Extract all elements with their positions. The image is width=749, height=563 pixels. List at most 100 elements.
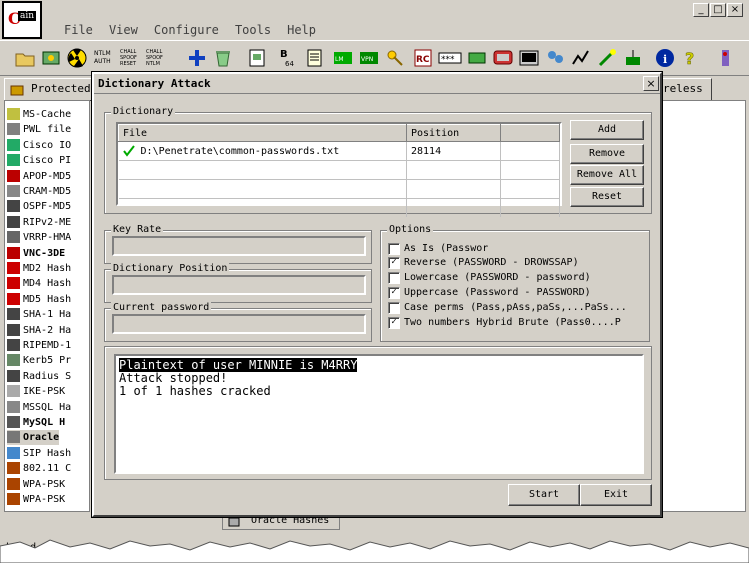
attack-log[interactable]: Plaintext of user MINNIE is M4RRY Attack… <box>114 354 644 474</box>
start-button[interactable]: Start <box>508 484 580 506</box>
tree-item[interactable]: Kerb5 Pr <box>7 353 71 368</box>
tree-item[interactable]: IKE-PSK <box>7 384 65 399</box>
tree-item-icon <box>7 308 20 321</box>
exit-button[interactable]: Exit <box>580 484 652 506</box>
tree-item-label: RIPv2-ME <box>23 216 72 228</box>
menu-view[interactable]: View <box>109 20 138 40</box>
open-folder-icon[interactable] <box>14 47 36 69</box>
svg-text:NTLM: NTLM <box>94 50 111 57</box>
tree-item[interactable]: WPA-PSK <box>7 477 65 492</box>
network-adapter-icon[interactable] <box>40 47 62 69</box>
tree-item[interactable]: Oracle <box>7 430 60 446</box>
screen-icon[interactable] <box>492 47 514 69</box>
menu-tools[interactable]: Tools <box>235 20 271 40</box>
tree-item[interactable]: MD4 Hash <box>7 276 71 291</box>
tree-item[interactable]: MS-Cache <box>7 107 71 122</box>
tab-wireless[interactable]: reless <box>660 78 712 101</box>
option-reverse-checkbox[interactable]: ✓ <box>388 257 400 269</box>
database-icon[interactable] <box>466 47 488 69</box>
tree-item[interactable]: MD5 Hash <box>7 292 71 307</box>
minimize-button[interactable]: _ <box>693 3 709 17</box>
tree-item[interactable]: VRRP-HMA <box>7 230 71 245</box>
tree-item-icon <box>7 477 20 490</box>
menu-help[interactable]: Help <box>287 20 316 40</box>
tree-item-label: VNC-3DE <box>23 247 66 259</box>
add-icon[interactable] <box>186 47 208 69</box>
option-case-perms-label: Case perms (Pass,pAss,paSs,...PaSs... <box>404 302 627 313</box>
lm-hash-icon[interactable]: LM <box>332 47 354 69</box>
dictionary-group-label: Dictionary <box>111 106 176 117</box>
tree-item[interactable]: Cisco IO <box>7 138 71 153</box>
svg-text:B: B <box>280 49 288 60</box>
option-as-is-checkbox[interactable] <box>388 243 400 255</box>
dictionary-position-field <box>112 275 366 295</box>
add-button[interactable]: Add <box>570 120 644 140</box>
tree-item-label: Radius S <box>23 370 72 382</box>
tree-item[interactable]: Cisco PI <box>7 153 71 168</box>
tree-item[interactable]: CRAM-MD5 <box>7 184 71 199</box>
chall-spoof-ntlm-icon[interactable]: CHALLSPOOFNTLM <box>146 47 170 69</box>
tree-item[interactable]: PWL file <box>7 122 71 137</box>
menu-configure[interactable]: Configure <box>154 20 219 40</box>
rc-icon[interactable]: RC <box>412 47 434 69</box>
table-row[interactable]: D:\Penetrate\common-passwords.txt 28114 <box>118 141 560 161</box>
dialog-close-button[interactable]: × <box>643 76 659 91</box>
wand-icon[interactable] <box>596 47 618 69</box>
tree-item[interactable]: OSPF-MD5 <box>7 199 71 214</box>
maximize-button[interactable]: □ <box>710 3 726 17</box>
terminal-icon[interactable] <box>518 47 540 69</box>
dictionary-file-table[interactable]: File Position D:\Penetrate\common-passwo… <box>116 122 562 217</box>
tree-item-icon <box>7 200 20 213</box>
tree-item[interactable]: SHA-1 Ha <box>7 307 71 322</box>
tree-item[interactable]: SHA-2 Ha <box>7 323 71 338</box>
remove-all-button[interactable]: Remove All <box>570 165 644 185</box>
tree-item[interactable]: MD2 Hash <box>7 261 71 276</box>
help-icon[interactable]: ? <box>680 47 702 69</box>
key-icon[interactable] <box>384 47 406 69</box>
recycle-bin-icon[interactable] <box>212 47 234 69</box>
trace-icon[interactable] <box>570 47 592 69</box>
tree-item[interactable]: RIPv2-ME <box>7 215 71 230</box>
chall-spoof-reset-icon[interactable]: CHALLSPOOFRESET <box>120 47 144 69</box>
tree-item-label: OSPF-MD5 <box>23 201 72 213</box>
remove-button[interactable]: Remove <box>570 144 644 164</box>
radiation-icon[interactable] <box>66 47 88 69</box>
tree-item[interactable]: Radius S <box>7 369 71 384</box>
option-uppercase-checkbox[interactable]: ✓ <box>388 287 400 299</box>
col-header-file[interactable]: File <box>118 124 407 142</box>
info-icon[interactable]: i <box>654 47 676 69</box>
menu-file[interactable]: File <box>64 20 93 40</box>
tree-item[interactable]: MySQL H <box>7 415 65 430</box>
wireless-icon[interactable] <box>622 47 644 69</box>
users-icon[interactable] <box>544 47 566 69</box>
tree-item-icon <box>7 354 20 367</box>
tree-item[interactable]: APOP-MD5 <box>7 169 71 184</box>
tree-item[interactable]: SIP Hash <box>7 446 71 461</box>
close-main-button[interactable]: × <box>727 3 743 17</box>
option-uppercase-label: Uppercase (Password - PASSWORD) <box>404 287 591 298</box>
tree-item[interactable]: 802.11 C <box>7 461 71 476</box>
tree-item-label: SIP Hash <box>23 447 72 459</box>
col-header-position[interactable]: Position <box>406 124 501 142</box>
option-two-numbers-hybrid-checkbox[interactable]: ✓ <box>388 317 400 329</box>
log-line: 1 of 1 hashes cracked <box>119 384 271 398</box>
tree-item-label: WPA-PSK <box>23 478 66 490</box>
exit-door-icon[interactable] <box>714 47 736 69</box>
svg-text:RESET: RESET <box>120 61 137 67</box>
notes-icon[interactable] <box>304 47 326 69</box>
svg-text:LM: LM <box>335 56 344 63</box>
reset-button[interactable]: Reset <box>570 187 644 207</box>
right-list-pane <box>660 100 746 512</box>
ntlm-auth-icon[interactable]: NTLMAUTH <box>94 47 118 69</box>
tree-item-label: Cisco IO <box>23 139 72 151</box>
password-mask-icon[interactable]: *** <box>438 47 462 69</box>
tree-item[interactable]: RIPEMD-1 <box>7 338 71 353</box>
tree-item[interactable]: MSSQL Ha <box>7 400 71 415</box>
tree-item[interactable]: VNC-3DE <box>7 246 65 261</box>
certificate-icon[interactable] <box>246 47 268 69</box>
option-case-perms-checkbox[interactable] <box>388 302 400 314</box>
tree-item[interactable]: WPA-PSK <box>7 492 65 507</box>
option-lowercase-checkbox[interactable] <box>388 272 400 284</box>
vpn-icon[interactable]: VPN <box>358 47 380 69</box>
base64-icon[interactable]: B64 <box>278 47 300 69</box>
